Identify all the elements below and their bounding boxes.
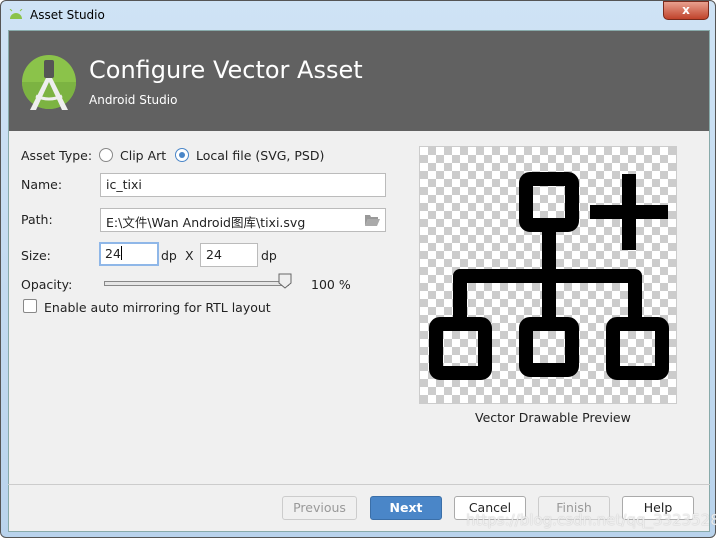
opacity-slider-thumb[interactable]	[278, 273, 292, 289]
next-button[interactable]: Next	[370, 496, 442, 520]
width-input[interactable]: 24	[99, 242, 159, 266]
watermark: https://blog.csdn.net/qq_33235287	[466, 511, 716, 529]
previous-button[interactable]: Previous	[282, 496, 357, 520]
path-label: Path:	[21, 212, 53, 227]
local-file-label[interactable]: Local file (SVG, PSD)	[196, 148, 324, 163]
android-studio-logo	[22, 55, 76, 110]
close-button[interactable]: x	[663, 1, 709, 20]
path-value: E:\文件\Wan Android图库\tixi.svg	[106, 215, 306, 230]
preview-caption: Vector Drawable Preview	[475, 410, 631, 425]
radio-local-file[interactable]	[175, 148, 189, 162]
mirroring-checkbox[interactable]	[23, 299, 37, 313]
opacity-label: Opacity:	[21, 277, 73, 292]
radio-clip-art[interactable]	[99, 148, 113, 162]
size-label: Size:	[21, 248, 51, 263]
path-input[interactable]: E:\文件\Wan Android图库\tixi.svg	[100, 208, 386, 232]
hierarchy-icon	[429, 172, 669, 380]
times-label: X	[185, 248, 194, 263]
header-banner: Configure Vector Asset Android Studio	[9, 31, 709, 131]
mirroring-label[interactable]: Enable auto mirroring for RTL layout	[44, 300, 271, 315]
clip-art-label[interactable]: Clip Art	[120, 148, 166, 163]
width-unit: dp	[161, 248, 177, 263]
vector-preview	[419, 146, 677, 404]
window-title: Asset Studio	[30, 8, 105, 22]
folder-open-icon[interactable]	[365, 214, 380, 226]
height-unit: dp	[261, 248, 277, 263]
name-label: Name:	[21, 177, 63, 192]
name-input[interactable]: ic_tixi	[100, 173, 386, 197]
asset-studio-window: Asset Studio x Configure Vector Asset An…	[0, 0, 716, 538]
android-icon	[9, 9, 23, 19]
page-subtitle: Android Studio	[89, 93, 178, 107]
title-bar: Asset Studio x	[1, 1, 715, 29]
opacity-slider[interactable]	[104, 281, 289, 286]
footer-divider	[8, 484, 710, 485]
page-title: Configure Vector Asset	[89, 56, 363, 84]
height-input[interactable]: 24	[200, 243, 258, 267]
opacity-value: 100 %	[311, 277, 351, 292]
asset-type-label: Asset Type:	[21, 148, 93, 163]
width-value: 24	[105, 246, 121, 261]
